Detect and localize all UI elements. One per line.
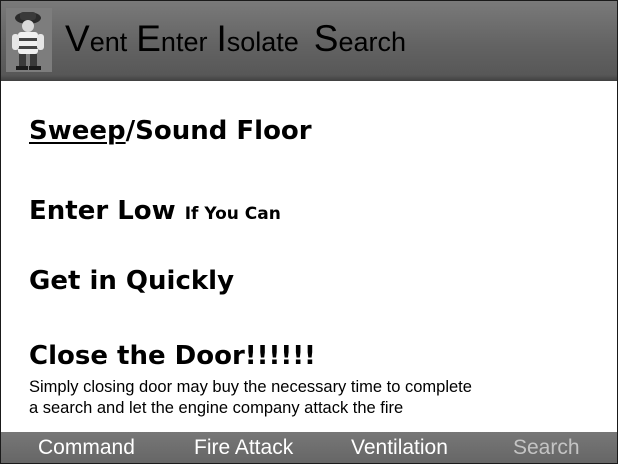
point-get-in-quickly: Get in Quickly: [29, 266, 235, 296]
firefighter-icon: [6, 8, 52, 72]
sweep-link[interactable]: Sweep: [29, 116, 126, 146]
if-you-can-text: If You Can: [184, 204, 281, 224]
slide-title: Vent Enter Isolate Search: [65, 18, 406, 68]
title-bar: Vent Enter Isolate Search: [1, 1, 617, 81]
title-enter-rest: nter: [160, 27, 208, 57]
point-sweep-sound-floor: Sweep/Sound Floor: [29, 116, 312, 146]
sound-floor-text: /Sound Floor: [125, 116, 312, 146]
note-line-2: a search and let the engine company atta…: [29, 399, 404, 417]
note-line-1: Simply closing door may buy the necessar…: [29, 378, 472, 396]
nav-fire-attack[interactable]: Fire Attack: [194, 436, 293, 460]
title-vent-rest: ent: [89, 27, 128, 57]
title-i: I: [216, 18, 227, 59]
nav-command[interactable]: Command: [38, 436, 135, 460]
title-v: V: [65, 18, 90, 59]
point-close-the-door: Close the Door!!!!!!: [29, 341, 316, 371]
title-s: S: [313, 18, 339, 59]
enter-low-text: Enter Low: [29, 196, 176, 226]
close-door-note: Simply closing door may buy the necessar…: [29, 377, 589, 419]
nav-search[interactable]: Search: [513, 436, 580, 460]
nav-ventilation[interactable]: Ventilation: [351, 436, 448, 460]
point-enter-low: Enter Low If You Can: [29, 196, 281, 226]
title-search-rest: earch: [338, 27, 407, 57]
bottom-nav: Command Fire Attack Ventilation Search: [1, 432, 617, 463]
title-isolate-rest: solate: [226, 27, 299, 57]
title-e: E: [136, 18, 161, 59]
slide: Vent Enter Isolate Search Sweep/Sound Floor…: [0, 0, 618, 464]
